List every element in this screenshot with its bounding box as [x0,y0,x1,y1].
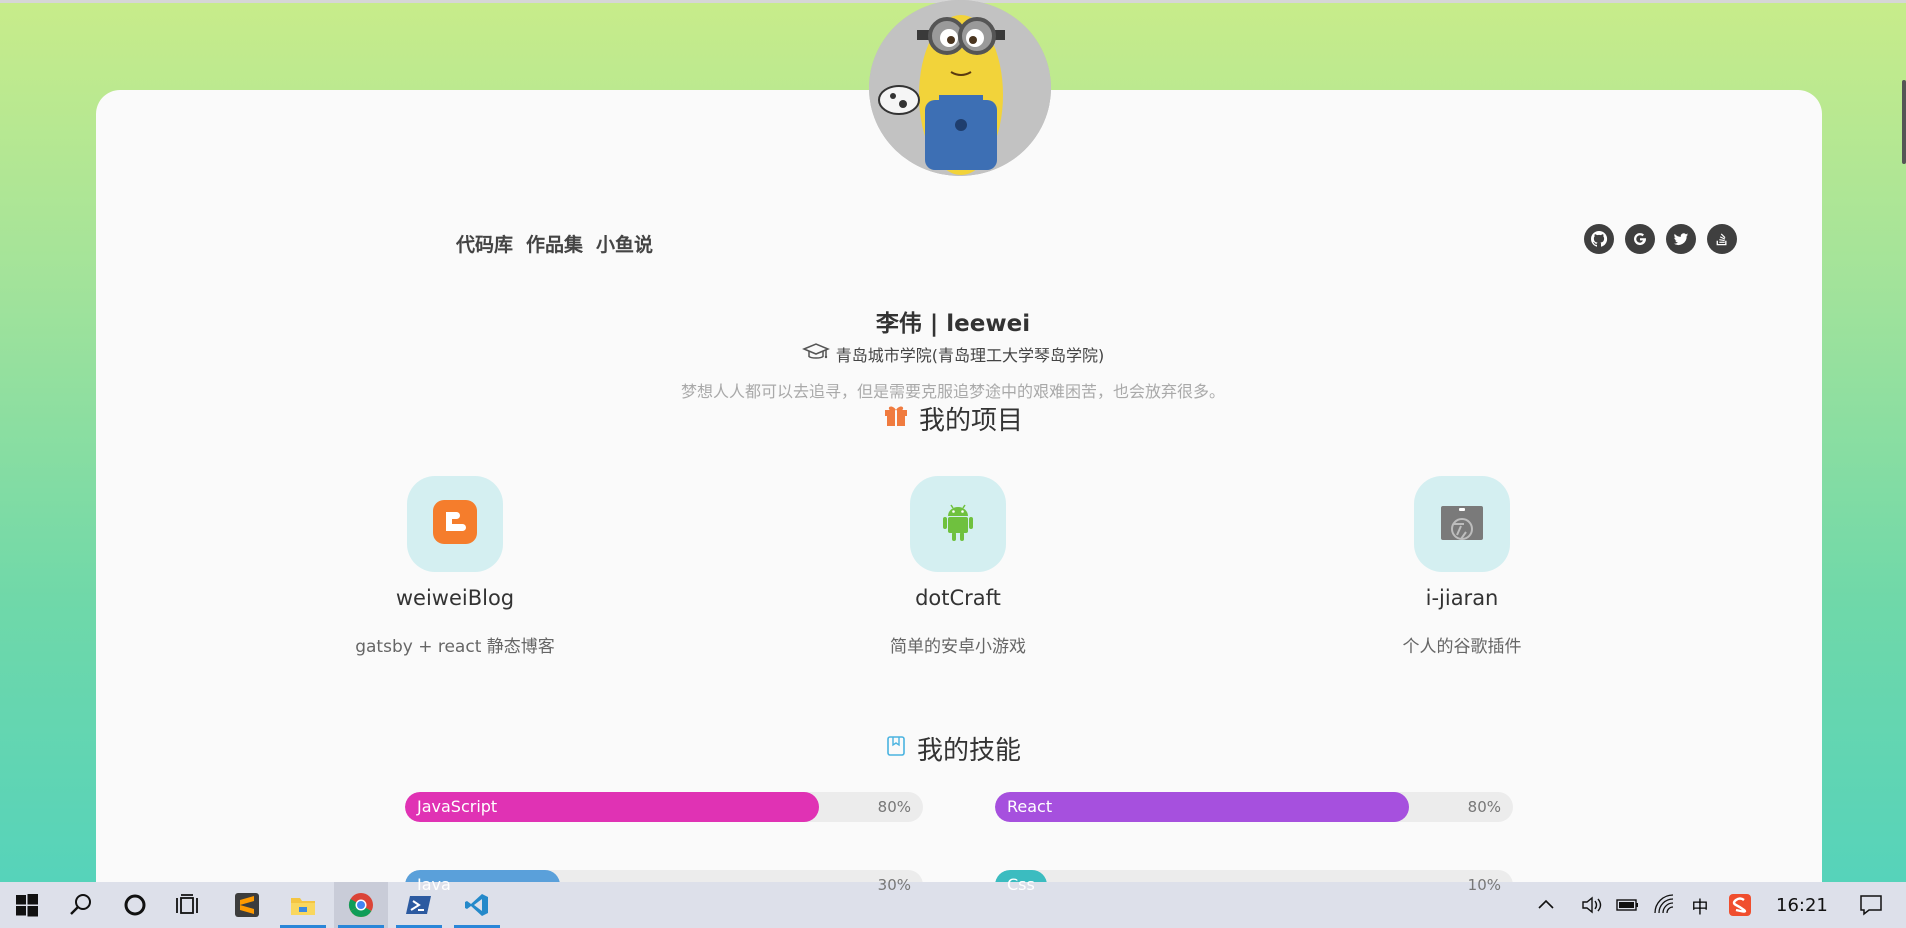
wifi-icon[interactable] [1646,882,1682,928]
skill-percent: 80% [1467,798,1501,816]
profile-school: 青岛城市学院(青岛理工大学琴岛学院) [835,346,1105,365]
chrome-extension-icon [1440,502,1484,546]
vscode-icon[interactable] [450,882,504,928]
project-tile[interactable] [910,476,1006,572]
project-name[interactable]: i-jiaran [1312,586,1612,610]
stackoverflow-icon[interactable] [1707,224,1737,254]
top-nav: 代码库 作品集 小鱼说 [456,230,653,257]
projects-title: 我的项目 [918,406,1023,436]
profile-card: 代码库 作品集 小鱼说 李伟 | leewei 青岛城市学院(青岛理工大学琴岛学… [96,90,1822,890]
nav-code-repo[interactable]: 代码库 [456,230,513,257]
blogger-icon [431,498,479,550]
sogou-input-icon[interactable] [1720,882,1760,928]
profile-motto: 梦想人人都可以去追寻，但是需要克服追梦途中的艰难困苦，也会放弃很多。 [680,382,1225,401]
start-icon[interactable] [0,882,54,928]
google-icon[interactable] [1625,224,1655,254]
search-icon[interactable] [54,882,108,928]
project-card-weiweiblog: weiweiBlog gatsby + react 静态博客 [305,476,605,657]
bookmark-icon [885,734,907,764]
avatar [869,0,1051,176]
cortana-icon[interactable] [108,882,162,928]
ime-indicator[interactable]: 中 [1682,882,1718,928]
android-icon [938,500,978,548]
project-card-i-jiaran: i-jiaran 个人的谷歌插件 [1312,476,1612,657]
projects-heading: 我的项目 [96,400,1822,437]
taskbar-clock[interactable]: 16:21 [1776,895,1828,916]
project-name[interactable]: dotCraft [808,586,1108,610]
skill-fill [995,792,1410,822]
skill-name: Css [1007,875,1035,890]
file-explorer-icon[interactable] [276,882,330,928]
scrollbar-thumb[interactable] [1902,80,1906,164]
twitter-icon[interactable] [1666,224,1696,254]
social-links [1584,224,1737,254]
skill-bar-javascript: JavaScript 80% [405,792,923,822]
nav-fish-talk[interactable]: 小鱼说 [596,230,653,257]
minion-avatar-image [869,0,1051,176]
profile-school-row: 青岛城市学院(青岛理工大学琴岛学院) [96,342,1822,366]
graduation-cap-icon [801,342,830,366]
project-name[interactable]: weiweiBlog [305,586,605,610]
chrome-icon[interactable] [334,882,388,928]
skill-percent: 30% [877,876,911,890]
project-desc: gatsby + react 静态博客 [355,637,555,657]
project-desc: 简单的安卓小游戏 [890,637,1026,657]
project-desc: 个人的谷歌插件 [1402,637,1522,657]
skill-percent: 80% [877,798,911,816]
skills-title: 我的技能 [916,736,1021,766]
project-card-dotcraft: dotCraft 简单的安卓小游戏 [808,476,1108,657]
skill-name: Java [417,875,451,890]
skill-name: React [1007,797,1053,816]
nav-portfolio[interactable]: 作品集 [526,230,583,257]
windows-taskbar: 中 16:21 [0,882,1906,928]
profile-name: 李伟 | leewei [875,311,1031,337]
project-tile[interactable] [407,476,503,572]
sublime-text-icon[interactable] [220,882,274,928]
notification-icon[interactable] [1846,882,1896,928]
volume-icon[interactable] [1574,882,1610,928]
gift-icon [883,402,909,435]
skill-bar-react: React 80% [995,792,1513,822]
project-tile[interactable] [1414,476,1510,572]
battery-icon[interactable] [1610,882,1646,928]
skills-heading: 我的技能 [96,730,1822,767]
skill-percent: 10% [1467,876,1501,890]
github-icon[interactable] [1584,224,1614,254]
chevron-up-icon[interactable] [1528,882,1564,928]
skill-name: JavaScript [417,797,498,816]
task-view-icon[interactable] [162,882,216,928]
